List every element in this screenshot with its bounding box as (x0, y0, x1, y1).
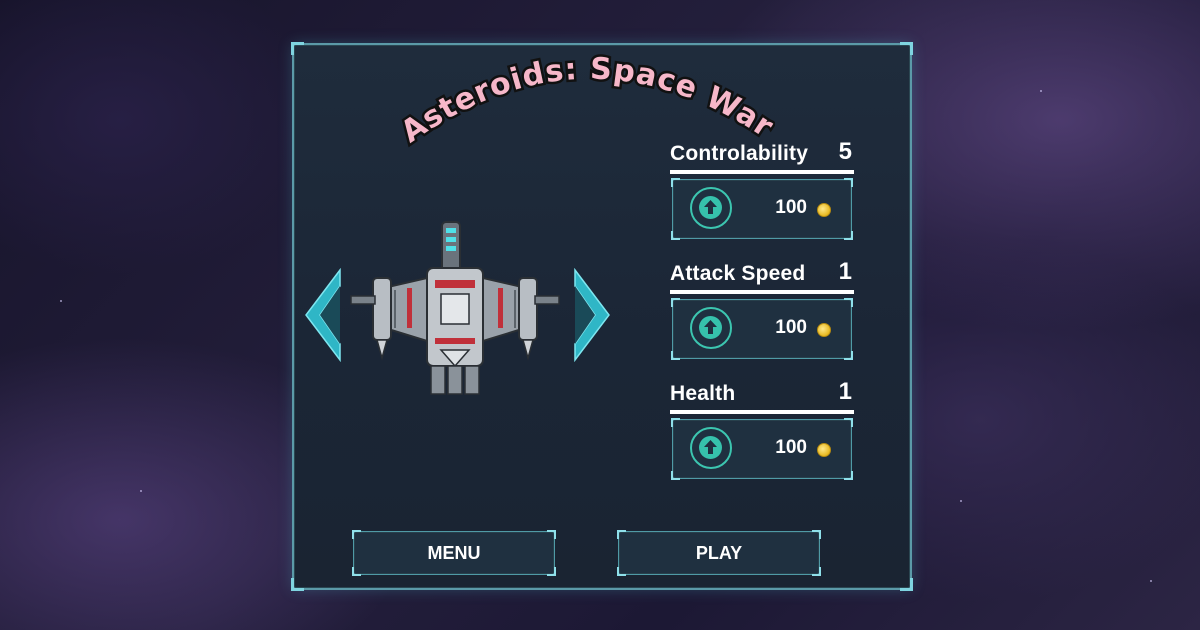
star-decoration (960, 500, 962, 502)
stat-controlability: Controlability 5 100 (670, 138, 854, 240)
stat-level: 1 (838, 378, 852, 405)
upgrade-price: 100 (775, 317, 807, 338)
svg-text:Asteroids: Space War: Asteroids: Space War (395, 51, 775, 149)
star-decoration (1040, 90, 1042, 92)
stat-level: 1 (838, 258, 852, 285)
arrow-up-circle-icon (690, 307, 732, 349)
star-decoration (1150, 580, 1152, 582)
arrow-up-circle-icon (690, 187, 732, 229)
game-title: Asteroids: Space War (395, 49, 775, 150)
upgrade-health-button[interactable]: 100 (671, 418, 853, 480)
stat-name: Controlability (670, 142, 809, 165)
stat-name: Attack Speed (670, 262, 806, 285)
stat-divider (670, 410, 854, 414)
stat-attack-speed: Attack Speed 1 100 (670, 258, 854, 360)
stat-health: Health 1 100 (670, 378, 854, 480)
spaceship-preview (350, 221, 560, 395)
upgrade-price: 100 (775, 197, 807, 218)
coin-icon (817, 323, 831, 337)
play-button-label: PLAY (695, 542, 743, 563)
upgrade-attack-speed-button[interactable]: 100 (671, 298, 853, 360)
star-decoration (140, 490, 142, 492)
stat-name: Health (670, 382, 736, 405)
coin-icon (817, 203, 831, 217)
upgrade-controlability-button[interactable]: 100 (671, 178, 853, 240)
coin-icon (817, 443, 831, 457)
upgrade-price: 100 (775, 437, 807, 458)
star-decoration (60, 300, 62, 302)
arrow-up-circle-icon (690, 427, 732, 469)
play-button[interactable]: PLAY (617, 530, 821, 576)
prev-ship-button[interactable] (302, 268, 342, 362)
stat-level: 5 (838, 138, 852, 165)
menu-button-label: MENU (427, 542, 481, 563)
next-ship-button[interactable] (573, 268, 613, 362)
stat-divider (670, 170, 854, 174)
game-title-text: Asteroids: Space War (395, 49, 775, 150)
menu-button[interactable]: MENU (352, 530, 556, 576)
stat-divider (670, 290, 854, 294)
